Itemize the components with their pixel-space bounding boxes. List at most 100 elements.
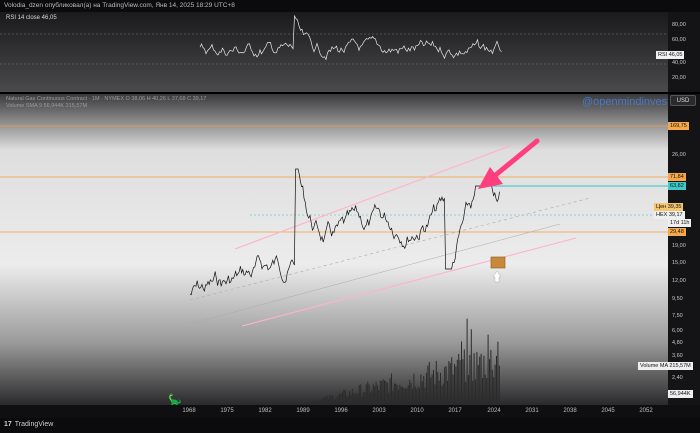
volume-bar [321,401,322,404]
main-chart-pane[interactable] [0,94,668,405]
price-tick: 12,00 [672,278,686,284]
rsi-line [199,14,502,61]
volume-bar [395,383,397,404]
volume-bar [410,383,412,404]
volume-bar [328,398,329,404]
time-axis[interactable] [0,405,700,418]
price-plot [0,125,668,404]
volume-bar [346,396,348,404]
volume-bar [470,329,472,404]
volume-bar [465,381,467,404]
volume-bar [437,372,439,404]
volume-bar [375,381,377,404]
volume-bar [469,355,471,404]
time-tick: 2045 [601,408,615,414]
volume-bar [435,360,437,404]
volume-bar [308,403,310,404]
price-tick: 7,50 [672,313,683,319]
volume-bar [382,379,384,404]
tradingview-logo[interactable]: 17 TradingView [4,421,53,428]
volume-bar [319,399,321,404]
volume-bar [484,374,486,404]
price-tick: 2,40 [672,375,683,381]
volume-bar [384,380,385,404]
volume-bar [307,403,308,404]
volume-bar [403,388,405,404]
volume-bar [442,383,444,404]
volume-bar [414,386,416,404]
author-watermark: @openmindinvest [582,96,671,108]
volume-bar [389,378,391,404]
volume-bar [312,400,314,404]
volume-bar [491,369,493,404]
volume-bar [340,394,342,404]
volume-bar [440,373,441,404]
volume-bar [449,363,451,404]
price-tag: 71,84 [668,173,686,181]
volume-bar [396,384,398,404]
volume-bar [458,353,460,404]
volume-bar [360,384,362,404]
volume-bar [462,359,464,404]
volume-bar [337,395,339,404]
volume-bar [433,370,434,404]
time-tick: 2024 [487,408,501,414]
volume-bar [364,392,366,404]
volume-bar [476,352,478,404]
price-tick: 19,00 [672,243,686,249]
volume-bar [494,364,496,404]
volume-bar [405,388,406,404]
price-tag: НЕХ 39,17 [654,211,685,219]
volume-bar [398,389,399,404]
volume-bar [335,399,336,404]
volume-bar [377,385,378,404]
time-tick: 2010 [410,408,424,414]
rsi-tick: 80,00 [672,22,686,28]
price-tag: Цен 39,35 [654,203,684,211]
time-tick: 2031 [525,408,539,414]
volume-bar [353,393,355,404]
volume-bar [427,365,429,404]
volume-bar [454,363,455,404]
volume-bar [419,388,420,404]
rsi-pane[interactable]: RSI 14 close 46,05 80,00 60,00 40,00 20,… [0,12,700,92]
volume-bar [343,389,345,404]
volume-bar [444,367,446,404]
volume-bar [374,386,376,404]
volume-bar [413,373,415,404]
volume-bar [381,381,383,404]
volume-bar [406,388,408,404]
price-axis[interactable]: 26,00 19,00 15,00 12,00 9,50 7,50 6,00 4… [668,94,700,405]
volume-bar [497,341,499,404]
volume-bar [357,393,359,404]
volume-bar [386,382,388,404]
volume-bar [378,390,380,404]
price-tick: 6,00 [672,328,683,334]
volume-bar [420,374,422,404]
channel-mid [189,197,591,301]
time-tick: 2003 [372,408,386,414]
volume-bar [354,393,356,404]
volume-bar [407,385,409,404]
volume-bar [363,392,364,404]
price-tick: 9,50 [672,296,683,302]
rsi-badge: RSI 46,05 [656,51,685,59]
volume-bar [329,394,331,404]
volume-bar [318,401,320,404]
volume-bar [426,372,427,404]
volume-bar [402,386,404,404]
volume-bar [489,359,490,404]
price-tick: 3,60 [672,353,683,359]
time-tick: 2038 [563,408,577,414]
volume-bar [350,395,352,404]
volume-bar [351,388,353,404]
volume-bar [475,379,476,404]
volume-bar [490,349,492,404]
volume-bar [311,401,313,404]
volume-bar [421,381,423,404]
volume-bar [349,391,350,404]
volume-bar [473,353,475,404]
volume-bar [452,374,454,404]
volume-bar [365,384,367,404]
currency-button[interactable]: USD [670,95,696,106]
